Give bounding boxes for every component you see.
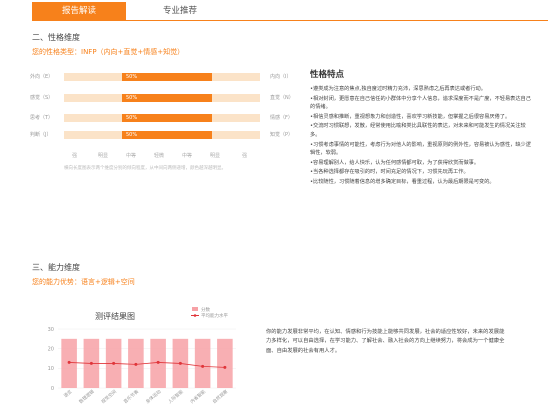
scale-label: 强 — [72, 153, 78, 159]
x-tick-label: 数理逻辑 — [77, 388, 96, 405]
dimension-bar: 50% — [64, 114, 260, 122]
dimension-row-ei: 外向（E） 50% 内向（I） — [30, 71, 300, 83]
chart-title: 测评结果图 — [95, 311, 135, 321]
tab-underline — [32, 20, 548, 21]
ability-advantage: 您的能力优势：语言+逻辑+空间 — [32, 278, 135, 286]
personality-type: 您的性格类型：INFP（内向+直觉+情感+知觉） — [32, 48, 185, 56]
trait-item: •比较随性，习惯随着信息的增多确定目标，看重过程，认为最后期限是可变的。 — [310, 178, 495, 185]
scale-label: 明显 — [210, 153, 221, 159]
dimension-row-sn: 感觉（S） 50% 直觉（N） — [30, 92, 300, 104]
traits-list: •遵类成为注意的焦点,独自度过时精力充沛，深思熟虑之后再表达或者行动。 •相对封… — [310, 85, 534, 188]
bar — [217, 338, 233, 388]
trait-item: •当各种选择都存在吸引的时，时间充足的情况下，习惯先玩再工作。 — [310, 169, 469, 176]
dimension-left-label: 判断（J） — [30, 132, 52, 138]
y-tick-label: 0 — [51, 386, 54, 392]
line-point — [223, 365, 227, 369]
report-tabs: 报告解读 专业推荐 — [0, 0, 550, 22]
tab-report-interpretation[interactable]: 报告解读 — [32, 2, 126, 20]
x-tick-label: 语言 — [62, 388, 74, 399]
scale-note: 横向长度图表示两个维度分别的倾向程度，从中间向两侧递增，颜色越深越明显。 — [64, 166, 226, 171]
y-tick-label: 30 — [48, 327, 54, 333]
dimension-left-label: 思考（T） — [30, 115, 54, 121]
dimension-bar: 50% — [64, 94, 260, 102]
scale-label: 中等 — [126, 153, 137, 159]
scale-label: 明显 — [98, 153, 109, 159]
trait-item: •容易理解别人，给人快乐，认为任何感情都可取，为了获得欣赏而做事。 — [310, 159, 480, 166]
x-tick-label: 内省智能 — [189, 388, 208, 405]
dimension-right-label: 直觉（N） — [270, 95, 294, 101]
dimension-fill: 50% — [122, 94, 213, 102]
trait-item: •相对封闭，更愿意在自己信任的小群体中分享个人信息，追求深度而不是广度，不轻易表… — [310, 95, 531, 111]
ability-chart: 测评结果图 分数 平均能力水平 0 10 20 30 语言 数理逻辑 视觉空间 音乐节奏 身体运动 人际… — [30, 303, 250, 416]
x-tick-label: 身体运动 — [144, 388, 163, 405]
dimension-right-label: 情感（F） — [270, 115, 293, 121]
line-point — [178, 361, 182, 365]
dimension-fill: 50% — [122, 73, 213, 81]
trait-item: •相信灵感和推断，重视想象力和创造性，喜欢学习新技能，但掌握之后很容易厌倦了。 — [310, 113, 511, 120]
dimension-right-label: 知觉（P） — [270, 132, 294, 138]
y-tick-label: 20 — [48, 346, 54, 352]
scale-label: 轻微 — [154, 153, 165, 159]
ability-section-title: 三、能力维度 — [32, 263, 80, 272]
tab-major-recommendation[interactable]: 专业推荐 — [150, 2, 210, 20]
dimension-bar: 50% — [64, 131, 260, 139]
scale-label: 中等 — [182, 153, 193, 159]
dimension-row-jp: 判断（J） 50% 知觉（P） — [30, 129, 300, 141]
legend-marker — [193, 314, 197, 317]
strength-scale: 强 明显 中等 轻微 中等 明显 强 — [64, 152, 274, 162]
traits-title: 性格特点 — [310, 70, 345, 80]
scale-label: 强 — [242, 153, 248, 159]
x-tick-label: 音乐节奏 — [122, 388, 141, 405]
dimension-bar: 50% — [64, 73, 260, 81]
ability-chart-svg: 测评结果图 分数平均能力水平 0 10 20 30 语言 数理逻辑 视觉空间 音乐节奏 身体运动 人际… — [48, 306, 236, 405]
line-point — [201, 364, 205, 368]
x-tick-label: 自然观察 — [211, 388, 230, 405]
x-tick-label: 视觉空间 — [100, 388, 119, 405]
line-point — [67, 360, 71, 364]
line-point — [156, 360, 160, 364]
trait-item: •习惯考虑事情的可能性，考虑行为对他人的影响，重视原则的例外性，容易被认为感性，… — [310, 141, 531, 157]
legend-label: 平均能力水平 — [201, 312, 228, 319]
dimension-left-label: 外向（E） — [30, 74, 54, 80]
line-point — [89, 361, 93, 365]
line-point — [112, 361, 116, 365]
trait-item: •交流时习惯联想，发散，经常使用比喻和类比具联性的表达，对未来和可能发生的情况关… — [310, 123, 526, 138]
dimension-row-tf: 思考（T） 50% 情感（F） — [30, 112, 300, 124]
personality-section-title: 二、性格维度 — [32, 33, 80, 42]
dimension-right-label: 内向（I） — [270, 74, 292, 80]
legend-swatch-bar — [192, 307, 198, 311]
line-point — [134, 362, 138, 366]
x-tick-label: 人际智能 — [166, 388, 185, 405]
trait-item: •遵类成为注意的焦点,独自度过时精力充沛，深思熟虑之后再表达或者行动。 — [310, 86, 486, 92]
ability-description: 你的能力发展非常平均，在认知、情感和行为技能上能够共同发展，社会的适应性较好，未… — [266, 329, 505, 354]
dimension-fill: 50% — [122, 131, 213, 139]
dimension-fill: 50% — [122, 114, 213, 122]
dimension-left-label: 感觉（S） — [30, 95, 54, 101]
legend-label: 分数 — [201, 306, 210, 313]
y-tick-label: 10 — [48, 366, 54, 372]
bar — [194, 338, 211, 388]
